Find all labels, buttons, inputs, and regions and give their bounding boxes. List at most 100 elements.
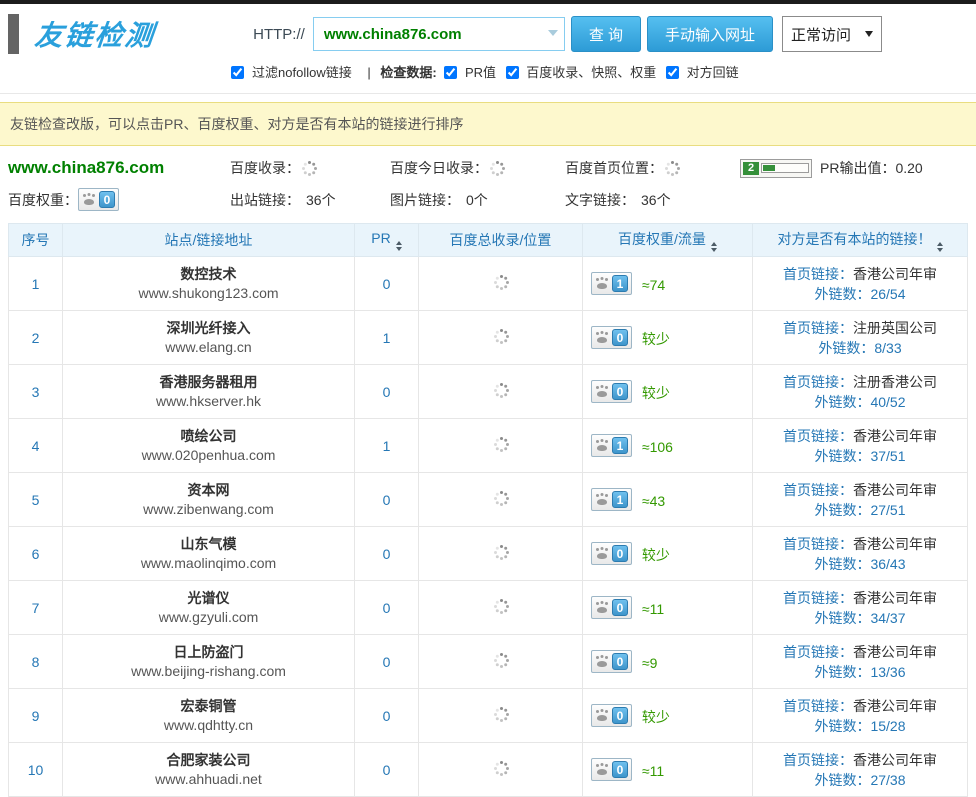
col-header-site: 站点/链接地址 <box>63 224 355 257</box>
loading-spinner <box>492 597 510 615</box>
checked-domain[interactable]: www.china876.com <box>8 158 164 178</box>
site-url-link[interactable]: www.gzyuli.com <box>64 608 353 627</box>
pr-option-label: PR值 <box>465 65 496 80</box>
sort-icon[interactable] <box>937 242 943 252</box>
row-index: 10 <box>9 743 63 797</box>
text-links-label: 文字链接： <box>565 190 635 210</box>
weight-number: 0 <box>612 383 628 400</box>
search-button[interactable]: 查 询 <box>571 16 641 52</box>
outlink-count-line[interactable]: 外链数：40/52 <box>754 392 966 412</box>
site-name-link[interactable]: 日上防盗门 <box>64 643 353 662</box>
loading-spinner <box>492 759 510 777</box>
site-name-link[interactable]: 喷绘公司 <box>64 427 353 446</box>
outlink-count-line[interactable]: 外链数：26/54 <box>754 284 966 304</box>
pr-meter-value: 2 <box>743 162 759 175</box>
site-url-link[interactable]: www.020penhua.com <box>64 446 353 465</box>
pr-checkbox[interactable] <box>444 66 457 79</box>
logo-bar <box>8 14 19 54</box>
weight-cell: 0 较少 <box>583 311 753 365</box>
pr-value: 0 <box>355 581 419 635</box>
sort-icon[interactable] <box>396 241 402 251</box>
homepage-link-line[interactable]: 首页链接：香港公司年审 <box>754 534 966 554</box>
site-name-link[interactable]: 山东气模 <box>64 535 353 554</box>
outlink-count-line[interactable]: 外链数：13/36 <box>754 662 966 682</box>
homepage-link-line[interactable]: 首页链接：香港公司年审 <box>754 264 966 284</box>
outlink-count: 26/54 <box>870 286 905 302</box>
filter-nofollow-checkbox[interactable] <box>231 66 244 79</box>
logo-title[interactable]: 友链检测 <box>33 14 157 54</box>
outlink-count-line[interactable]: 外链数：34/37 <box>754 608 966 628</box>
site-url-link[interactable]: www.hkserver.hk <box>64 392 353 411</box>
site-name-link[interactable]: 合肥家装公司 <box>64 751 353 770</box>
col-header-backlink[interactable]: 对方是否有本站的链接！ <box>753 224 968 257</box>
loading-spinner <box>492 651 510 669</box>
traffic-estimate: ≈74 <box>642 277 665 293</box>
col-header-weight[interactable]: 百度权重/流量 <box>583 224 753 257</box>
site-url-link[interactable]: www.qdhtty.cn <box>64 716 353 735</box>
logo[interactable]: 友链检测 <box>8 14 155 54</box>
outlink-count: 27/38 <box>870 772 905 788</box>
outlink-count-line[interactable]: 外链数：15/28 <box>754 716 966 736</box>
anchor-text: 注册香港公司 <box>853 374 937 390</box>
outlink-count: 36/43 <box>870 556 905 572</box>
site-name-link[interactable]: 深圳光纤接入 <box>64 319 353 338</box>
paw-icon <box>595 493 609 506</box>
homepage-link-line[interactable]: 首页链接：注册英国公司 <box>754 318 966 338</box>
baidu-total-cell <box>419 473 583 527</box>
pr-meter: 2 <box>740 159 812 178</box>
weight-cell: 1 ≈74 <box>583 257 753 311</box>
col-header-pr[interactable]: PR <box>355 224 419 257</box>
loading-spinner <box>488 159 506 177</box>
baidu-option-label: 百度收录、快照、权重 <box>526 65 656 80</box>
homepage-link-line[interactable]: 首页链接：香港公司年审 <box>754 750 966 770</box>
pr-option: PR值 <box>444 65 499 80</box>
manual-input-button[interactable]: 手动输入网址 <box>647 16 773 52</box>
friend-links-table: 序号 站点/链接地址 PR 百度总收录/位置 百度权重/流量 对方是否有本站的链… <box>8 223 968 797</box>
loading-spinner <box>492 489 510 507</box>
site-url-link[interactable]: www.elang.cn <box>64 338 353 357</box>
homepage-link-line[interactable]: 首页链接：香港公司年审 <box>754 426 966 446</box>
homepage-link-line[interactable]: 首页链接：香港公司年审 <box>754 588 966 608</box>
outlink-count-line[interactable]: 外链数：8/33 <box>754 338 966 358</box>
weight-cell: 0 ≈11 <box>583 581 753 635</box>
site-name-link[interactable]: 光谱仪 <box>64 589 353 608</box>
site-url-link[interactable]: www.beijing-rishang.com <box>64 662 353 681</box>
outlink-count-line[interactable]: 外链数：27/51 <box>754 500 966 520</box>
backlink-checkbox[interactable] <box>666 66 679 79</box>
access-mode-select[interactable]: 正常访问 <box>782 16 882 52</box>
outlink-count-line[interactable]: 外链数：36/43 <box>754 554 966 574</box>
outlink-count-line[interactable]: 外链数：37/51 <box>754 446 966 466</box>
pr-value: 0 <box>355 365 419 419</box>
baidu-checkbox[interactable] <box>506 66 519 79</box>
site-name-link[interactable]: 香港服务器租用 <box>64 373 353 392</box>
homepage-link-line[interactable]: 首页链接：香港公司年审 <box>754 480 966 500</box>
site-name-link[interactable]: 宏泰铜管 <box>64 697 353 716</box>
homepage-link-line[interactable]: 首页链接：注册香港公司 <box>754 372 966 392</box>
homepage-link-line[interactable]: 首页链接：香港公司年审 <box>754 642 966 662</box>
site-cell: 宏泰铜管 www.qdhtty.cn <box>63 689 355 743</box>
weight-number: 0 <box>612 545 628 562</box>
url-input[interactable] <box>313 17 565 51</box>
outlink-count: 34/37 <box>870 610 905 626</box>
weight-number: 0 <box>99 191 115 208</box>
site-url-link[interactable]: www.zibenwang.com <box>64 500 353 519</box>
outlink-count-line[interactable]: 外链数：27/38 <box>754 770 966 790</box>
filter-nofollow-label: 过滤nofollow链接 <box>252 65 352 80</box>
weight-cell: 0 ≈9 <box>583 635 753 689</box>
sort-icon[interactable] <box>711 242 717 252</box>
homepage-link-line[interactable]: 首页链接：香港公司年审 <box>754 696 966 716</box>
anchor-text: 香港公司年审 <box>853 698 937 714</box>
table-row: 6 山东气模 www.maolinqimo.com 0 0 较少 首页链接：香港… <box>9 527 968 581</box>
baidu-total-cell <box>419 257 583 311</box>
backlink-cell: 首页链接：香港公司年审 外链数：36/43 <box>753 527 968 581</box>
baidu-weight-badge: 0 <box>591 542 632 565</box>
backlink-cell: 首页链接：注册英国公司 外链数：8/33 <box>753 311 968 365</box>
weight-number: 1 <box>612 437 628 454</box>
chevron-down-icon[interactable] <box>548 30 558 36</box>
pr-meter-track <box>761 163 809 173</box>
site-name-link[interactable]: 数控技术 <box>64 265 353 284</box>
site-url-link[interactable]: www.maolinqimo.com <box>64 554 353 573</box>
site-url-link[interactable]: www.shukong123.com <box>64 284 353 303</box>
site-name-link[interactable]: 资本网 <box>64 481 353 500</box>
table-row: 10 合肥家装公司 www.ahhuadi.net 0 0 ≈11 首页链接：香… <box>9 743 968 797</box>
